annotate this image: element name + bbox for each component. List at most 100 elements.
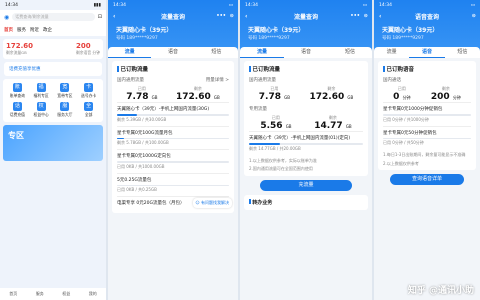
grid-item-label: 全部: [84, 112, 93, 117]
tab-sms[interactable]: 短信: [195, 47, 238, 58]
grid-item-label: 宽带专区: [57, 93, 73, 98]
voice-query-screen: 14:34 ▭ ‹ 语音查询 ⊙ 天翼随心卡（39元） 号码 189*****9297 …: [374, 0, 480, 300]
grid-item[interactable]: 权权益中心: [31, 102, 52, 118]
back-icon[interactable]: ‹: [379, 13, 381, 20]
status-bar: 14:34 ▭: [108, 0, 238, 10]
grid-item-label: 账单查询: [9, 93, 25, 98]
tab-nearby[interactable]: 附近: [30, 27, 39, 33]
tab-voice[interactable]: 语音: [284, 47, 328, 58]
gift-icon: 福: [36, 83, 46, 92]
special-stats: 已用 5.56 GB 剩余 14.77 GB: [249, 115, 363, 131]
tab-home[interactable]: 首页: [4, 27, 13, 33]
progress-bar: [249, 143, 363, 145]
subscribed-data-card: 已订购流量 国内通用流量 用量详情 > 已用 7.78 GB 剩余 172.60 GB…: [112, 61, 234, 213]
progress-bar: [383, 137, 471, 139]
data-query-screen: 14:34 ▭ ‹ 流量查询 ••• ⊙ 天翼随心卡（39元） 号码 189*****92…: [108, 0, 238, 300]
grid-item-label: 权益中心: [33, 112, 49, 117]
status-time: 14:34: [5, 2, 18, 8]
accent-bar: [249, 198, 251, 204]
sim-card-icon: 卡: [84, 83, 94, 92]
grid-item[interactable]: 卡选号办卡: [78, 83, 99, 99]
item-title: 星卡专属0元50分钟促销包: [383, 130, 437, 136]
subscribed-voice-card: 已订购语音 国内通话 已用 0 分钟 剩余 200 分钟 星卡专属0元1000分钟促…: [378, 61, 476, 170]
tab-sms[interactable]: 短信: [445, 47, 480, 58]
bottom-nav: 首页 服务 权益 我的: [0, 288, 106, 300]
tab-enterprise[interactable]: 政企: [43, 27, 52, 33]
back-icon[interactable]: ‹: [245, 13, 247, 20]
search-input[interactable]: 话费查询/剩余流量: [12, 13, 95, 21]
grid-item[interactable]: 服服务大厅: [55, 102, 76, 118]
nav-service[interactable]: 服务: [36, 291, 44, 297]
status-bar: 14:34 ▭: [240, 0, 372, 10]
status-time: 14:34: [245, 2, 258, 8]
grid-item-label: 服务大厅: [57, 112, 73, 117]
assistant-popup[interactable]: ☺ 有问题找我解决: [192, 198, 232, 208]
list-item[interactable]: 星卡专属0元100G流量月包 剩余 5.78GB / 共100.00GB: [117, 125, 229, 150]
recharge-data-button[interactable]: 充流量: [259, 179, 353, 191]
footer-title: 转办业务: [252, 199, 273, 206]
tab-data[interactable]: 流量: [108, 47, 152, 58]
stat-value: 5.56 GB: [260, 121, 291, 131]
item-title: 星卡专属0元100G流量月包: [117, 130, 173, 136]
stat-unit: GB: [345, 124, 352, 129]
stat-unit: GB: [151, 95, 158, 100]
list-item[interactable]: 星卡专属0元50分钟促销包 已用 0分钟 / 共50分钟: [383, 125, 471, 150]
broadband-icon: 宽: [60, 83, 70, 92]
close-icon[interactable]: ⊙: [364, 13, 368, 19]
scan-icon[interactable]: ⊡: [98, 14, 102, 20]
tab-sms[interactable]: 短信: [328, 47, 372, 58]
list-item[interactable]: 星卡专属0元1000分钟促销包 已用 0分钟 / 共1000分钟: [383, 102, 471, 126]
voice-detail-button[interactable]: 查询语音详单: [389, 174, 465, 185]
nav-home[interactable]: 首页: [9, 291, 17, 297]
close-icon[interactable]: ⊙: [230, 13, 234, 19]
page-title: 流量查询: [293, 13, 318, 21]
special-remaining-stat: 剩余 14.77 GB: [314, 115, 351, 131]
stat-number: 14.77: [314, 121, 343, 131]
grid-item[interactable]: 福福利专区: [31, 83, 52, 99]
usage-stats: 已用 7.78 GB 剩余 172.60 GB: [249, 86, 363, 102]
tab-voice[interactable]: 语音: [409, 47, 445, 58]
rights-icon: 权: [36, 102, 46, 111]
service-grid: 账账单查询 福福利专区 宽宽带专区 卡选号办卡 话话费充值 权权益中心 服服务大…: [3, 79, 103, 122]
stat-value: 7.78 GB: [259, 92, 290, 102]
nav-rights[interactable]: 权益: [62, 291, 70, 297]
progress-bar: [117, 184, 229, 186]
usage-detail-link[interactable]: 用量详情 >: [206, 77, 229, 83]
promo-strip[interactable]: 话费充值享优惠: [4, 62, 102, 76]
used-stat: 已用 0 分钟: [393, 86, 410, 102]
tab-voice[interactable]: 语音: [151, 47, 194, 58]
section-title-text: 已订购流量: [120, 67, 149, 73]
grid-item[interactable]: 账账单查询: [7, 83, 28, 99]
tab-service[interactable]: 服务: [17, 27, 26, 33]
back-icon[interactable]: ‹: [113, 13, 115, 20]
grid-item[interactable]: 话话费充值: [7, 102, 28, 118]
voice-balance-value: 200: [76, 42, 91, 50]
grid-item[interactable]: 全全部: [78, 102, 99, 118]
item-title: 天翼随心卡（39元）-手机上网国内流量(30G): [117, 107, 210, 112]
remaining-stat: 剩余 200 分钟: [431, 86, 461, 102]
assistant-popup-text: 有问题找我解决: [201, 200, 229, 205]
grid-item-label: 选号办卡: [81, 93, 97, 98]
list-item[interactable]: 天翼随心卡（39元）-手机上网国内流量(01)(定向) 剩余 14.77GB / …: [249, 131, 363, 155]
item-sub: 已用 0分钟 / 共1000分钟: [383, 116, 429, 122]
data-balance: 172.60 剩余流量GB: [6, 42, 33, 56]
list-item[interactable]: 5元0.25G流量包 已用 0KB / 共0.25GB: [117, 172, 229, 197]
item-sub: 剩余 5.78GB / 共100.00GB: [117, 140, 169, 145]
close-icon[interactable]: ⊙: [472, 13, 476, 19]
bill-icon: 账: [12, 83, 22, 92]
more-icon[interactable]: •••: [216, 13, 226, 19]
tab-data[interactable]: 流量: [374, 47, 409, 58]
tab-data[interactable]: 流量: [240, 47, 284, 58]
logo-icon: ◉: [4, 13, 10, 21]
list-item[interactable]: 天翼随心卡（39元）-手机上网国内流量(30G) 剩余 5.39GB / 共30.…: [117, 102, 229, 126]
grid-item[interactable]: 宽宽带专区: [55, 83, 76, 99]
phone-number: 号码 189*****9297: [382, 36, 424, 41]
nav-mine[interactable]: 我的: [89, 291, 97, 297]
more-icon[interactable]: •••: [350, 13, 360, 19]
balance-card[interactable]: 172.60 剩余流量GB 200 剩余语音 分钟: [3, 39, 103, 59]
progress-fill: [117, 114, 138, 116]
list-item[interactable]: 星卡专属0元1000G定向包 已用 0KB / 共1000.00GB: [117, 149, 229, 173]
special-row: 专用流量: [249, 106, 363, 112]
promo-banner[interactable]: 专区: [3, 125, 103, 161]
section-title-text: 已订购流量: [252, 67, 281, 73]
